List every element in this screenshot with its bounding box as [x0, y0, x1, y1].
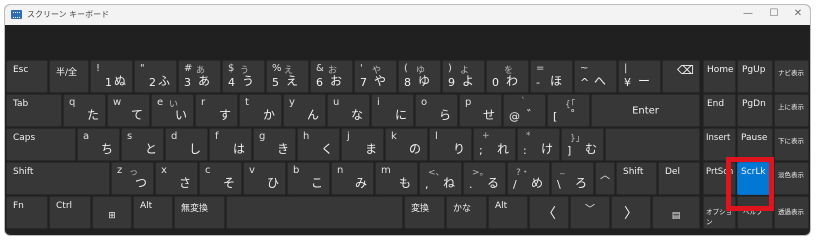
- key-c[interactable]: cそ: [199, 162, 242, 195]
- henkan-key[interactable]: 変換: [404, 196, 445, 229]
- close-button[interactable]: ✕: [791, 8, 805, 19]
- alt-left-key[interactable]: Alt: [133, 196, 173, 229]
- transparent-display-key[interactable]: 透過表示: [774, 196, 809, 229]
- key-w[interactable]: wて: [107, 94, 150, 127]
- enter-key-lower[interactable]: [605, 128, 700, 161]
- highlight-box: [726, 157, 774, 211]
- pgup-key[interactable]: PgUp: [737, 60, 773, 93]
- key-8[interactable]: (ゆ 8 ゆ: [398, 60, 441, 93]
- key-minus[interactable]: = - ほ: [530, 60, 573, 93]
- key-comma[interactable]: <、, ね: [419, 162, 462, 195]
- key-o[interactable]: oら: [415, 94, 458, 127]
- kana-key[interactable]: かな: [446, 196, 487, 229]
- chevron-left-icon: 〈: [542, 205, 556, 222]
- key-d[interactable]: dし: [165, 128, 208, 161]
- chevron-right-icon: 〉: [624, 205, 638, 222]
- key-0[interactable]: を0わ: [486, 60, 529, 93]
- chevron-up-icon: ︿: [600, 170, 610, 182]
- home-key[interactable]: Home: [703, 60, 736, 93]
- key-s[interactable]: sと: [121, 128, 164, 161]
- pgdn-key[interactable]: PgDn: [737, 94, 773, 127]
- key-n[interactable]: nみ: [331, 162, 374, 195]
- key-y[interactable]: yん: [283, 94, 326, 127]
- key-l[interactable]: lり: [429, 128, 472, 161]
- windows-logo-icon: ⊞: [108, 210, 116, 221]
- key-5[interactable]: % え 5 え: [266, 60, 309, 93]
- arrow-up-key[interactable]: ︿: [595, 162, 615, 195]
- key-3[interactable]: # あ 3 あ: [178, 60, 221, 93]
- space-key[interactable]: [226, 196, 403, 229]
- key-q[interactable]: qた: [63, 94, 106, 127]
- key-t[interactable]: tか: [239, 94, 282, 127]
- key-f[interactable]: fは: [209, 128, 252, 161]
- tab-key[interactable]: Tab: [6, 94, 62, 127]
- arrow-left-key[interactable]: 〈: [529, 196, 569, 229]
- arrow-down-key[interactable]: ﹀: [570, 196, 610, 229]
- maximize-button[interactable]: ☐: [767, 8, 781, 19]
- enter-key[interactable]: Enter: [591, 94, 700, 127]
- key-9[interactable]: ) よ 9 よ: [442, 60, 485, 93]
- key-z[interactable]: zっつ: [111, 162, 154, 195]
- key-at[interactable]: ` @ ゛: [503, 94, 546, 127]
- caps-key[interactable]: Caps: [6, 128, 76, 161]
- key-caret[interactable]: ~ ^ へ: [574, 60, 617, 93]
- key-a[interactable]: aち: [77, 128, 120, 161]
- alt-right-key[interactable]: Alt: [488, 196, 528, 229]
- key-period[interactable]: >。. る: [463, 162, 506, 195]
- key-e[interactable]: eいい: [151, 94, 194, 127]
- minimize-button[interactable]: —: [741, 8, 755, 19]
- navi-display-key[interactable]: ナビ表示: [774, 60, 809, 93]
- key-p[interactable]: pせ: [459, 94, 502, 127]
- key-k[interactable]: kの: [385, 128, 428, 161]
- key-u[interactable]: uな: [327, 94, 370, 127]
- key-r[interactable]: rす: [195, 94, 238, 127]
- arrow-right-key[interactable]: 〉: [611, 196, 651, 229]
- key-colon[interactable]: *: け: [517, 128, 560, 161]
- show-above-key[interactable]: 上に表示: [774, 94, 809, 127]
- show-below-key[interactable]: 下に表示: [774, 128, 809, 161]
- menu-key[interactable]: ▤: [652, 196, 700, 229]
- key-j[interactable]: jま: [341, 128, 384, 161]
- key-backslash[interactable]: _ \ ろ: [551, 162, 594, 195]
- key-i[interactable]: iに: [371, 94, 414, 127]
- backspace-icon: ⌫: [677, 63, 694, 77]
- shift-left-key[interactable]: Shift: [6, 162, 110, 195]
- key-bracket-close[interactable]: }」] む: [561, 128, 604, 161]
- delete-key[interactable]: Del: [658, 162, 700, 195]
- key-m[interactable]: mも: [375, 162, 418, 195]
- key-semicolon[interactable]: +; れ: [473, 128, 516, 161]
- key-g[interactable]: gき: [253, 128, 296, 161]
- hankaku-key[interactable]: 半/全: [49, 60, 89, 93]
- key-v[interactable]: vひ: [243, 162, 286, 195]
- key-h[interactable]: hく: [297, 128, 340, 161]
- menu-icon: ▤: [671, 211, 681, 222]
- shift-right-key[interactable]: Shift: [616, 162, 657, 195]
- window-title: スクリーン キーボード: [27, 10, 110, 19]
- key-1[interactable]: ! 1 ぬ: [90, 60, 133, 93]
- title-bar: スクリーン キーボード — ☐ ✕: [5, 5, 810, 25]
- key-bracket-open[interactable]: {「[゜: [547, 94, 590, 127]
- key-7[interactable]: ' や 7 や: [354, 60, 397, 93]
- key-6[interactable]: & お 6 お: [310, 60, 353, 93]
- key-slash[interactable]: ?・ / め: [507, 162, 550, 195]
- key-x[interactable]: xさ: [155, 162, 198, 195]
- keyboard-app-icon: [11, 10, 22, 19]
- esc-key[interactable]: Esc: [6, 60, 48, 93]
- key-yen[interactable]: | ¥ ー: [618, 60, 661, 93]
- end-key[interactable]: End: [703, 94, 736, 127]
- ctrl-key[interactable]: Ctrl: [49, 196, 91, 229]
- key-2[interactable]: " 2 ふ: [134, 60, 177, 93]
- chevron-down-icon: ﹀: [585, 204, 595, 216]
- key-b[interactable]: bこ: [287, 162, 330, 195]
- muhenkan-key[interactable]: 無変換: [174, 196, 225, 229]
- key-4[interactable]: $ う 4 う: [222, 60, 265, 93]
- fn-key[interactable]: Fn: [6, 196, 48, 229]
- fade-display-key[interactable]: 淡色表示: [774, 162, 809, 195]
- windows-key[interactable]: ⊞: [92, 196, 132, 229]
- backspace-key[interactable]: ⌫: [662, 60, 700, 93]
